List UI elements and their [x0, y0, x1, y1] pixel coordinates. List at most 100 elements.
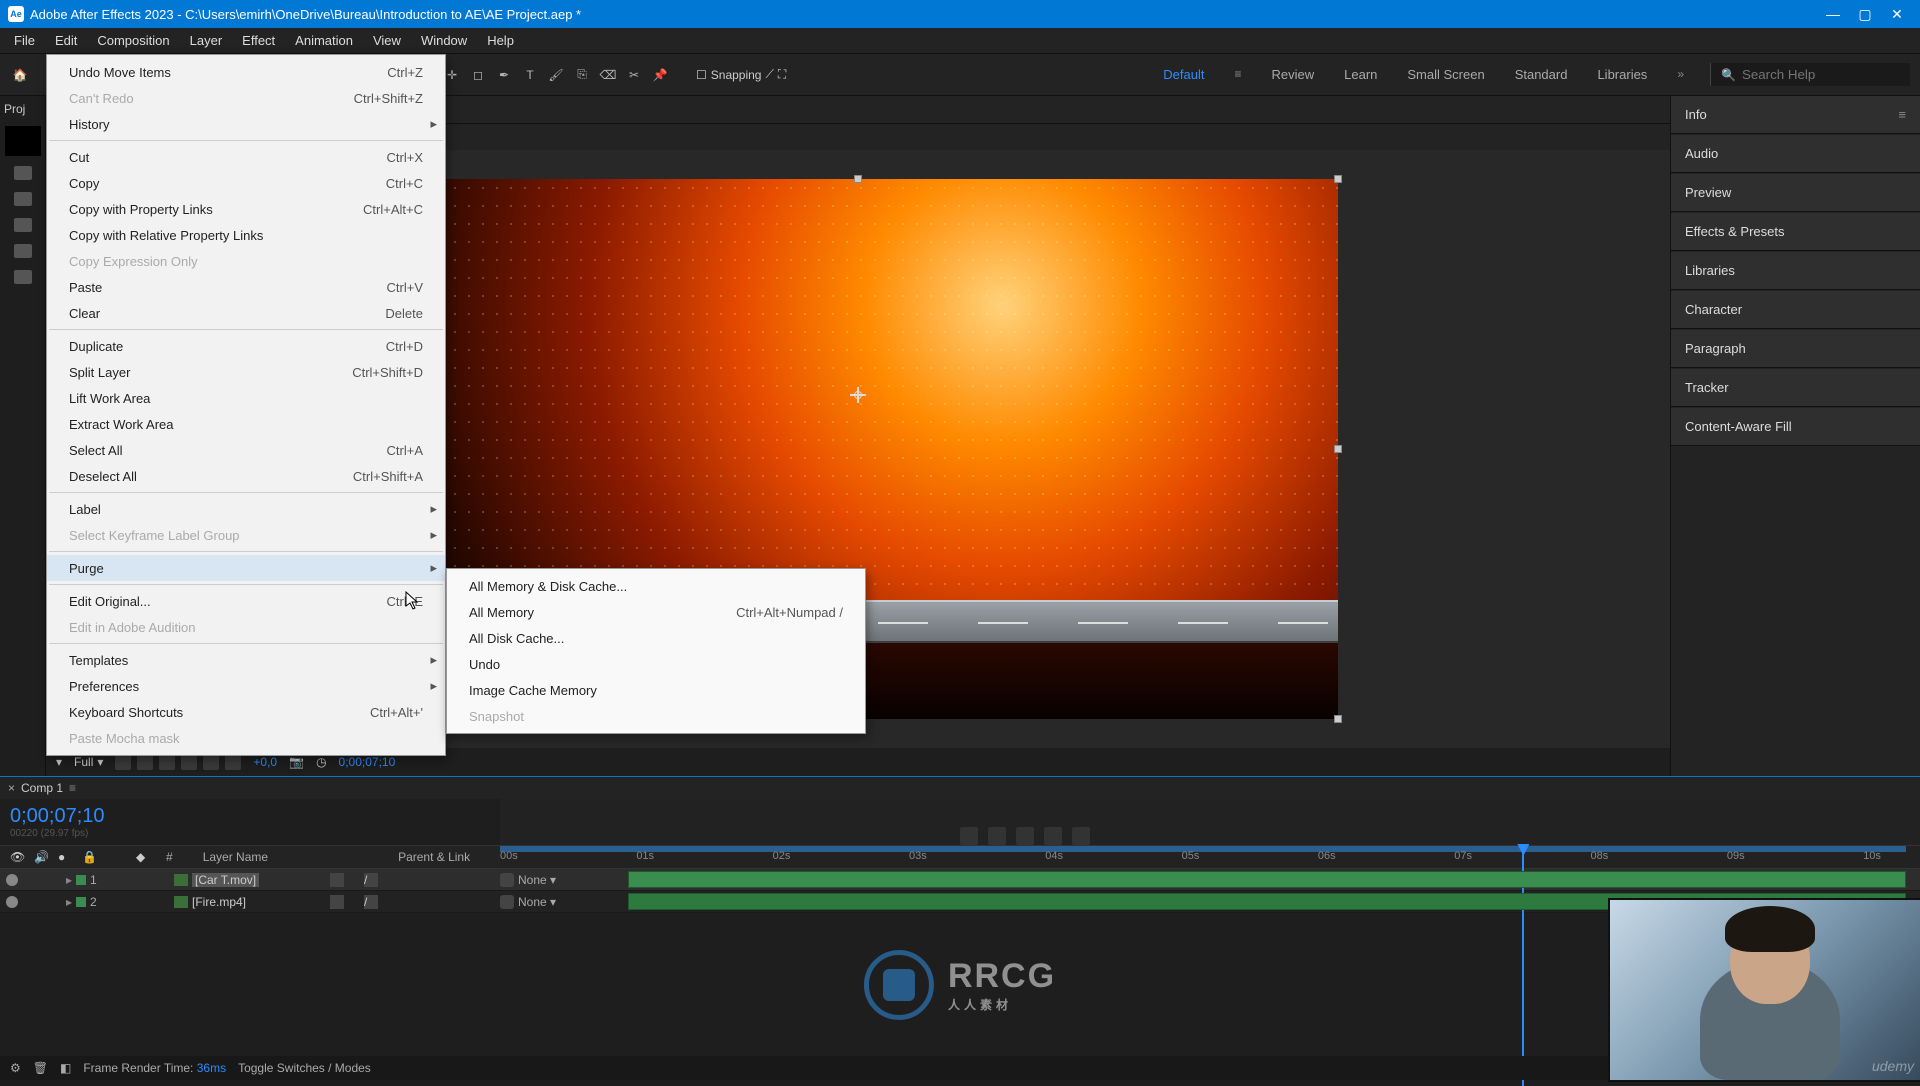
snap-opt2-icon[interactable]: ⛶ — [778, 67, 786, 82]
edit-menu-item[interactable]: Copy with Relative Property Links — [47, 222, 445, 248]
edit-menu-item[interactable]: Label▸ — [47, 496, 445, 522]
label-col-icon[interactable]: ◆ — [136, 850, 150, 864]
purge-submenu[interactable]: All Memory & Disk Cache...All MemoryCtrl… — [446, 568, 866, 734]
work-area[interactable] — [500, 846, 1906, 852]
bbox-handle[interactable] — [1334, 445, 1342, 453]
label-color-icon[interactable] — [76, 897, 86, 907]
exposure-value[interactable]: +0,0 — [253, 755, 277, 769]
menu-edit[interactable]: Edit — [45, 29, 87, 52]
menu-window[interactable]: Window — [411, 29, 477, 52]
shape-tool-icon[interactable]: ◻ — [468, 65, 488, 85]
snap-opt-icon[interactable]: ⟋ — [765, 67, 773, 82]
transparency-grid-icon[interactable] — [115, 754, 131, 770]
color-mgmt-icon[interactable] — [225, 754, 241, 770]
panel-character[interactable]: Character — [1671, 291, 1920, 329]
panel-content-aware[interactable]: Content-Aware Fill — [1671, 408, 1920, 446]
snapping-toggle[interactable]: ☐ Snapping ⟋ ⛶ — [696, 67, 786, 82]
time-ruler[interactable]: 00s01s02s03s04s05s06s07s08s09s10s — [500, 846, 1920, 868]
panel-audio[interactable]: Audio — [1671, 135, 1920, 173]
panel-info[interactable]: Info≡ — [1671, 96, 1920, 134]
workspace-default[interactable]: Default — [1163, 67, 1204, 82]
parent-dropdown[interactable]: None ▾ — [518, 873, 556, 887]
layer-name[interactable]: [Car T.mov] — [192, 873, 259, 887]
tl-tool-icon[interactable] — [988, 827, 1006, 845]
mask-icon[interactable] — [137, 754, 153, 770]
audio-col-icon[interactable]: 🔊 — [34, 850, 48, 864]
region-icon[interactable] — [159, 754, 175, 770]
pen-tool-icon[interactable]: ✒ — [494, 65, 514, 85]
bbox-handle[interactable] — [1334, 175, 1342, 183]
close-button[interactable]: ✕ — [1882, 4, 1912, 24]
menu-view[interactable]: View — [363, 29, 411, 52]
tl-tool-icon[interactable] — [1016, 827, 1034, 845]
twirl-icon[interactable]: ▸ — [66, 873, 72, 887]
project-folder-icon[interactable] — [14, 244, 32, 258]
edit-menu-item[interactable]: Split LayerCtrl+Shift+D — [47, 359, 445, 385]
brush-tool-icon[interactable]: 🖌 — [546, 65, 566, 85]
menu-help[interactable]: Help — [477, 29, 524, 52]
purge-menu-item[interactable]: All Disk Cache... — [447, 625, 865, 651]
switch-icon[interactable]: / — [364, 895, 378, 909]
switch-icon[interactable] — [398, 873, 412, 887]
workspace-overflow-icon[interactable]: » — [1677, 67, 1684, 82]
pickwhip-icon[interactable] — [500, 895, 514, 909]
home-icon[interactable]: 🏠 — [10, 65, 30, 85]
layer-name[interactable]: [Fire.mp4] — [192, 895, 246, 909]
switch-icon[interactable] — [415, 895, 429, 909]
eye-col-icon[interactable]: 👁 — [10, 850, 24, 864]
label-color-icon[interactable] — [76, 875, 86, 885]
timeline-close-icon[interactable]: × — [8, 781, 15, 795]
edit-menu-item[interactable]: Extract Work Area — [47, 411, 445, 437]
switch-icon[interactable] — [415, 873, 429, 887]
edit-menu-item[interactable]: DuplicateCtrl+D — [47, 333, 445, 359]
menu-composition[interactable]: Composition — [87, 29, 179, 52]
tl-footer-icon[interactable]: ◧ — [60, 1061, 71, 1075]
purge-menu-item[interactable]: All Memory & Disk Cache... — [447, 573, 865, 599]
panel-effects[interactable]: Effects & Presets — [1671, 213, 1920, 251]
switch-icon[interactable] — [381, 873, 395, 887]
timeline-tab-menu-icon[interactable]: ≡ — [69, 781, 76, 795]
twirl-icon[interactable]: ▸ — [66, 895, 72, 909]
switch-icon[interactable] — [381, 895, 395, 909]
solo-col-icon[interactable]: ● — [58, 850, 72, 864]
magnification-dropdown[interactable]: ▾ — [56, 755, 62, 769]
anchor-point-icon[interactable] — [850, 387, 866, 403]
viewer-time[interactable]: 0;00;07;10 — [339, 755, 396, 769]
switch-icon[interactable] — [347, 873, 361, 887]
pickwhip-icon[interactable] — [500, 873, 514, 887]
switch-icon[interactable] — [330, 873, 344, 887]
toggle-switches[interactable]: Toggle Switches / Modes — [238, 1061, 371, 1075]
project-tab[interactable]: Proj — [0, 96, 45, 122]
channel-icon[interactable] — [203, 754, 219, 770]
edit-menu-item[interactable]: Copy with Property LinksCtrl+Alt+C — [47, 196, 445, 222]
project-item3-icon[interactable] — [14, 270, 32, 284]
timeline-layer-row[interactable]: ▸1[Car T.mov]/None ▾ — [0, 869, 1920, 891]
edit-menu-item[interactable]: Undo Move ItemsCtrl+Z — [47, 59, 445, 85]
preview-time-icon[interactable]: ◷ — [316, 755, 326, 769]
purge-menu-item[interactable]: Undo — [447, 651, 865, 677]
menu-effect[interactable]: Effect — [232, 29, 285, 52]
maximize-button[interactable]: ▢ — [1850, 4, 1880, 24]
edit-menu-item[interactable]: Select AllCtrl+A — [47, 437, 445, 463]
workspace-menu-icon[interactable]: ≡ — [1234, 67, 1241, 82]
search-input[interactable] — [1742, 67, 1882, 82]
eraser-tool-icon[interactable]: ⌫ — [598, 65, 618, 85]
bbox-handle[interactable] — [854, 175, 862, 183]
purge-menu-item[interactable]: All MemoryCtrl+Alt+Numpad / — [447, 599, 865, 625]
tl-tool-icon[interactable] — [1044, 827, 1062, 845]
panel-tracker[interactable]: Tracker — [1671, 369, 1920, 407]
menu-layer[interactable]: Layer — [180, 29, 233, 52]
edit-menu-item[interactable]: Templates▸ — [47, 647, 445, 673]
puppet-tool-icon[interactable]: 📌 — [650, 65, 670, 85]
edit-menu-item[interactable]: Purge▸ — [47, 555, 445, 581]
edit-menu-item[interactable]: ClearDelete — [47, 300, 445, 326]
tl-tool-icon[interactable] — [1072, 827, 1090, 845]
snapshot-icon[interactable]: 📷 — [289, 755, 304, 769]
layer-clip[interactable] — [628, 871, 1906, 888]
edit-menu-item[interactable]: PasteCtrl+V — [47, 274, 445, 300]
project-panel[interactable]: Proj — [0, 96, 46, 776]
workspace-review[interactable]: Review — [1272, 67, 1315, 82]
visibility-toggle-icon[interactable] — [6, 896, 18, 908]
switch-icon[interactable]: / — [364, 873, 378, 887]
edit-menu-item[interactable]: History▸ — [47, 111, 445, 137]
